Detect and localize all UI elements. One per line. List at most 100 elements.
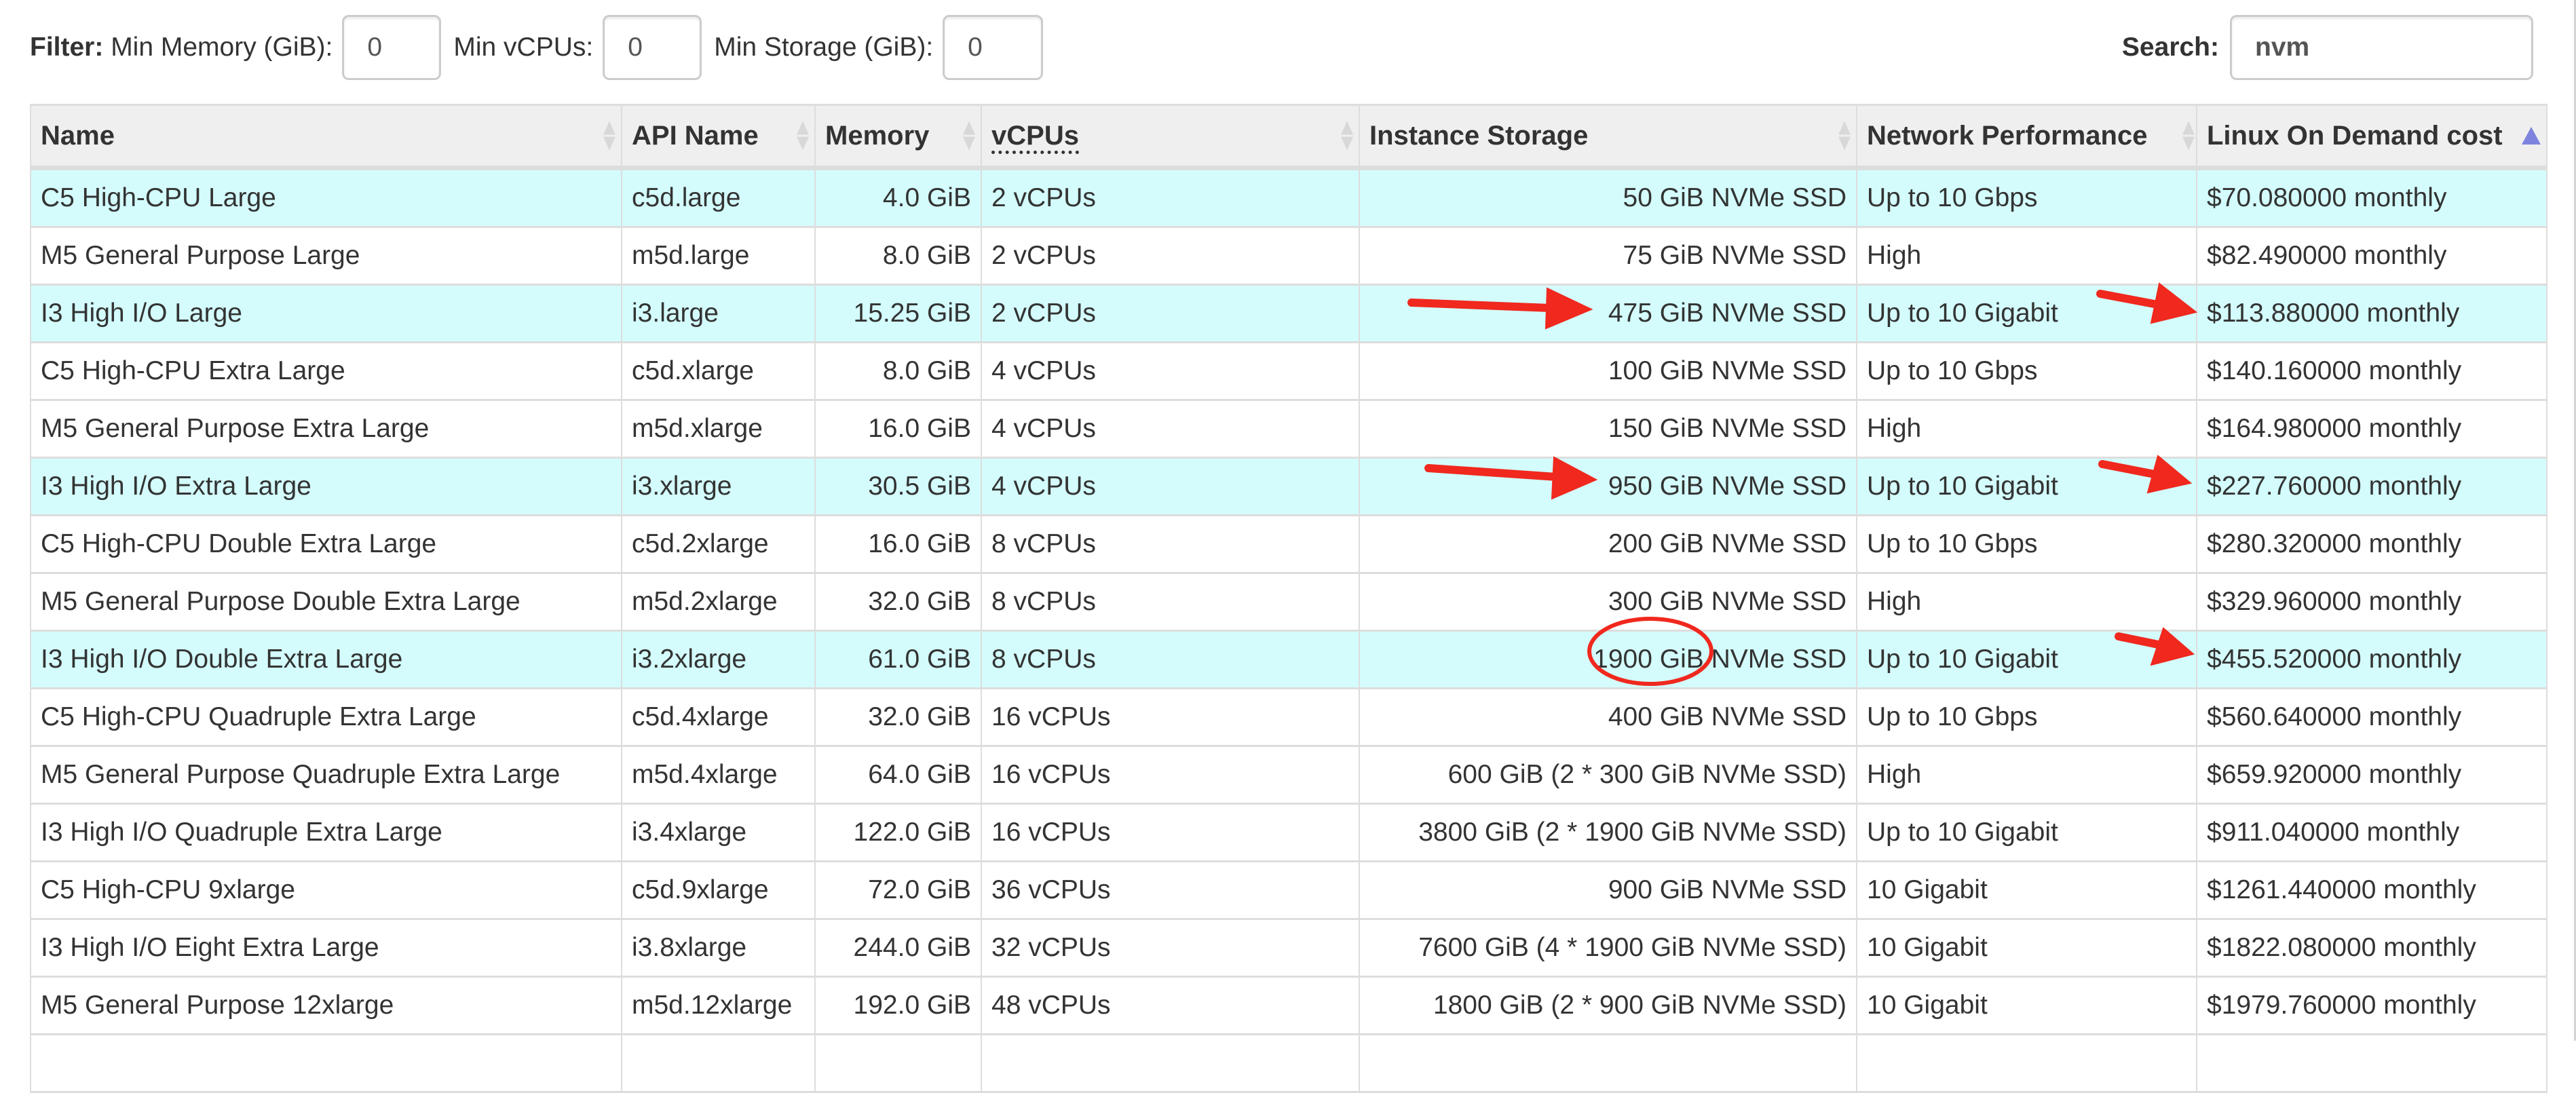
sort-icon	[963, 121, 975, 151]
cell-vcpus: 16 vCPUs	[981, 746, 1360, 805]
cell-api-name: c5d.2xlarge	[621, 515, 816, 574]
cell-linux-cost: $113.880000 monthly	[2196, 284, 2547, 343]
cell-network-performance	[1856, 1034, 2197, 1093]
cell-linux-cost: $280.320000 monthly	[2196, 515, 2547, 574]
cell-api-name: m5d.2xlarge	[621, 573, 816, 632]
cell-linux-cost: $70.080000 monthly	[2196, 168, 2547, 228]
cell-vcpus: 32 vCPUs	[981, 919, 1360, 978]
sort-icon	[1341, 121, 1353, 151]
cell-linux-cost: $911.040000 monthly	[2196, 803, 2547, 862]
sort-ascending-icon	[2522, 127, 2541, 145]
cell-linux-cost: $82.490000 monthly	[2196, 227, 2547, 286]
cell-instance-storage: 1900 GiB NVMe SSD	[1359, 630, 1857, 689]
table-row[interactable]: I3 High I/O Extra Large i3.xlarge 30.5 GiB…	[30, 457, 2547, 516]
cell-instance-storage: 475 GiB NVMe SSD	[1359, 284, 1857, 343]
table-row[interactable]: I3 High I/O Large i3.large 15.25 GiB 2 vCPU…	[30, 284, 2547, 343]
min-memory-input[interactable]	[342, 15, 442, 80]
cell-memory: 16.0 GiB	[814, 515, 982, 574]
column-header-name[interactable]: Name	[30, 104, 622, 170]
table-row[interactable]: C5 High-CPU Large c5d.large 4.0 GiB 2 vCPUs…	[30, 168, 2547, 228]
table-row[interactable]: M5 General Purpose 12xlarge m5d.12xlarge 1…	[30, 976, 2547, 1035]
cell-name: M5 General Purpose Large	[30, 227, 622, 286]
cell-linux-cost: $560.640000 monthly	[2196, 688, 2547, 747]
cell-name: I3 High I/O Eight Extra Large	[30, 919, 622, 978]
column-header-memory[interactable]: Memory	[814, 104, 982, 170]
min-vcpus-input[interactable]	[603, 15, 702, 80]
cell-name: I3 High I/O Double Extra Large	[30, 630, 622, 689]
cell-api-name: i3.4xlarge	[621, 803, 816, 862]
cell-api-name: c5d.xlarge	[621, 342, 816, 401]
search-bar: Search:	[2122, 15, 2533, 80]
cell-instance-storage: 200 GiB NVMe SSD	[1359, 515, 1857, 574]
table-row[interactable]: M5 General Purpose Large m5d.large 8.0 GiB…	[30, 227, 2547, 286]
column-header-vcpus[interactable]: vCPUs	[981, 104, 1360, 170]
cell-network-performance: Up to 10 Gigabit	[1856, 284, 2197, 343]
cell-vcpus: 2 vCPUs	[981, 227, 1360, 286]
table-row[interactable]: I3 High I/O Quadruple Extra Large i3.4xla…	[30, 803, 2547, 862]
cell-memory: 8.0 GiB	[814, 227, 982, 286]
cell-memory: 122.0 GiB	[814, 803, 982, 862]
cell-network-performance: Up to 10 Gigabit	[1856, 457, 2197, 516]
cell-name: M5 General Purpose 12xlarge	[30, 976, 622, 1035]
table-row[interactable]: I3 High I/O Eight Extra Large i3.8xlarge 2…	[30, 919, 2547, 978]
table-row[interactable]: C5 High-CPU 9xlarge c5d.9xlarge 72.0 GiB 36…	[30, 861, 2547, 920]
table-row[interactable]: C5 High-CPU Double Extra Large c5d.2xlarg…	[30, 515, 2547, 574]
cell-name: M5 General Purpose Extra Large	[30, 400, 622, 459]
cell-instance-storage: 3800 GiB (2 * 1900 GiB NVMe SSD)	[1359, 803, 1857, 862]
column-header-api-name[interactable]: API Name	[621, 104, 816, 170]
cell-api-name: i3.2xlarge	[621, 630, 816, 689]
column-header-instance-storage[interactable]: Instance Storage	[1359, 104, 1857, 170]
table-row[interactable]	[30, 1034, 2547, 1093]
cell-name: C5 High-CPU Extra Large	[30, 342, 622, 401]
cell-linux-cost: $659.920000 monthly	[2196, 746, 2547, 805]
cell-api-name: m5d.xlarge	[621, 400, 816, 459]
cell-vcpus: 8 vCPUs	[981, 515, 1360, 574]
cell-memory: 244.0 GiB	[814, 919, 982, 978]
cell-vcpus: 16 vCPUs	[981, 688, 1360, 747]
cell-name	[30, 1034, 622, 1093]
cell-name: I3 High I/O Large	[30, 284, 622, 343]
cell-name: I3 High I/O Quadruple Extra Large	[30, 803, 622, 862]
cell-api-name	[621, 1034, 816, 1093]
cell-network-performance: Up to 10 Gbps	[1856, 168, 2197, 228]
sort-icon	[1838, 121, 1851, 151]
instances-table: Name API Name Memory vCPUs Instance Stor…	[30, 104, 2547, 1093]
cell-memory: 64.0 GiB	[814, 746, 982, 805]
cell-network-performance: High	[1856, 227, 2197, 286]
cell-name: M5 General Purpose Double Extra Large	[30, 573, 622, 632]
cell-instance-storage: 600 GiB (2 * 300 GiB NVMe SSD)	[1359, 746, 1857, 805]
table-row[interactable]: M5 General Purpose Quadruple Extra Large…	[30, 746, 2547, 805]
cell-linux-cost: $140.160000 monthly	[2196, 342, 2547, 401]
cell-network-performance: Up to 10 Gbps	[1856, 515, 2197, 574]
cell-instance-storage	[1359, 1034, 1857, 1093]
cell-vcpus: 8 vCPUs	[981, 630, 1360, 689]
cell-name: C5 High-CPU 9xlarge	[30, 861, 622, 920]
table-row[interactable]: C5 High-CPU Quadruple Extra Large c5d.4xl…	[30, 688, 2547, 747]
min-storage-label: Min Storage (GiB):	[714, 33, 934, 62]
column-header-linux-cost[interactable]: Linux On Demand cost	[2196, 104, 2547, 170]
cell-vcpus: 2 vCPUs	[981, 284, 1360, 343]
table-row[interactable]: C5 High-CPU Extra Large c5d.xlarge 8.0 GiB…	[30, 342, 2547, 401]
search-label: Search:	[2121, 33, 2219, 62]
column-header-network-performance[interactable]: Network Performance	[1856, 104, 2197, 170]
filter-label: Filter: Min Memory (GiB):	[30, 33, 333, 62]
cell-network-performance: 10 Gigabit	[1856, 861, 2197, 920]
cell-memory: 16.0 GiB	[814, 400, 982, 459]
sort-icon	[2182, 121, 2195, 151]
cell-linux-cost: $1822.080000 monthly	[2196, 919, 2547, 978]
table-row[interactable]: I3 High I/O Double Extra Large i3.2xlarge…	[30, 630, 2547, 689]
cell-linux-cost: $455.520000 monthly	[2196, 630, 2547, 689]
cell-memory: 72.0 GiB	[814, 861, 982, 920]
table-row[interactable]: M5 General Purpose Extra Large m5d.xlarge…	[30, 400, 2547, 459]
cell-memory: 32.0 GiB	[814, 573, 982, 632]
min-storage-input[interactable]	[943, 15, 1044, 80]
table-row[interactable]: M5 General Purpose Double Extra Large m5d…	[30, 573, 2547, 632]
cell-network-performance: High	[1856, 400, 2197, 459]
cell-api-name: m5d.4xlarge	[621, 746, 816, 805]
sort-icon	[797, 121, 809, 151]
cell-instance-storage: 75 GiB NVMe SSD	[1359, 227, 1857, 286]
cell-instance-storage: 150 GiB NVMe SSD	[1359, 400, 1857, 459]
cell-vcpus: 8 vCPUs	[981, 573, 1360, 632]
search-input[interactable]	[2230, 15, 2533, 80]
cell-vcpus: 36 vCPUs	[981, 861, 1360, 920]
